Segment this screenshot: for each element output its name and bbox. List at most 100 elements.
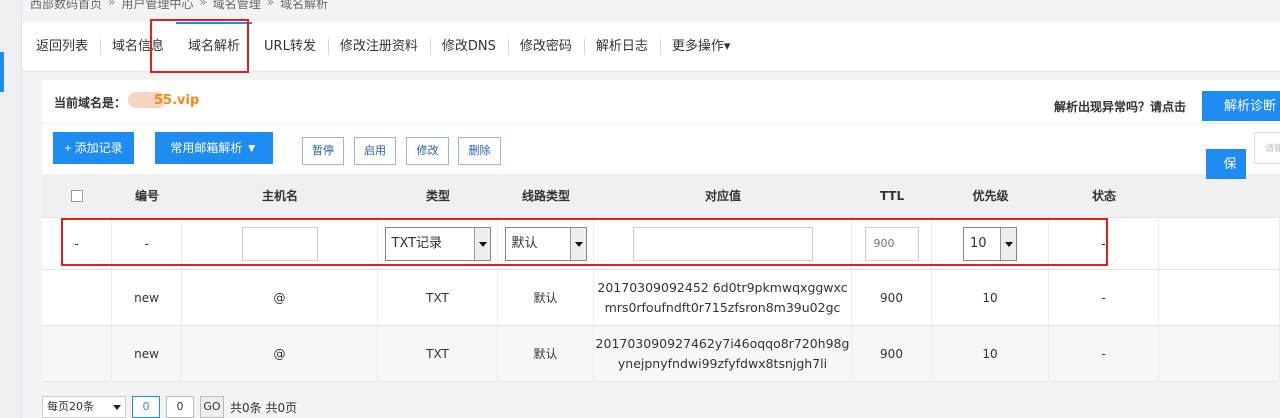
type-select[interactable]: TXT记录 [384,226,491,261]
dropdown-arrow-icon [473,227,490,260]
breadcrumb-separator: » [199,0,207,9]
header-priority: 优先级 [972,189,1009,203]
records-table: 编号 主机名 类型 线路类型 对应值 TTL 优先级 状态 - - TXT记录 … [42,174,1280,382]
domain-label: 当前域名是： [54,96,127,110]
pause-button[interactable]: 暂停 [302,137,344,165]
dropdown-arrow-icon [1000,227,1016,260]
add-record-button[interactable]: + 添加记录 [53,132,134,164]
go-button[interactable]: GO [200,396,224,418]
tab-back-to-list[interactable]: 返回列表 [24,22,100,72]
host-cell [182,218,378,269]
line-select-value: 默认 [511,235,538,251]
row-actions [1159,270,1280,325]
pagination-summary: 共0条 共0页 [230,400,298,415]
header-type: 类型 [425,189,450,203]
breadcrumb-home[interactable]: 西部数码首页 [30,0,102,11]
row-status: - [1049,326,1159,381]
row-status: - [1049,270,1159,325]
row-ttl: 900 [852,270,932,325]
table-header: 编号 主机名 类型 线路类型 对应值 TTL 优先级 状态 [42,174,1280,218]
line-cell: 默认 [498,218,594,269]
row-priority: 10 [932,270,1049,325]
priority-cell: 10 [932,218,1049,269]
table-row[interactable]: new @ TXT 默认 201703090927462y7i46oqqo8r7… [42,326,1280,382]
edit-col0: - [42,218,112,269]
type-select-value: TXT记录 [391,235,443,251]
value-cell [594,218,852,269]
header-ttl: TTL [879,188,905,203]
tab-resolution-log[interactable]: 解析日志 [583,22,660,72]
header-value: 对应值 [704,189,741,203]
breadcrumb: 西部数码首页 » 用户管理中心 » 域名管理 » 域名解析 [30,0,328,11]
tab-bar: 返回列表 域名信息 域名解析 URL转发 修改注册资料 修改DNS 修改密码 解… [22,21,1280,72]
row-ttl: 900 [852,326,932,381]
row-priority: 10 [932,326,1049,381]
header-host: 主机名 [261,189,298,203]
save-record-button[interactable]: 保 [1206,149,1246,179]
select-all-checkbox[interactable] [71,189,83,202]
line-select[interactable]: 默认 [504,226,587,261]
select-all-cell [42,174,112,217]
tab-url-forward[interactable]: URL转发 [252,22,328,72]
page-size-value: 每页20条 [47,400,94,413]
row-id: new [112,326,182,381]
tab-more-actions[interactable]: 更多操作▾ [659,22,743,72]
diagnose-button[interactable]: 解析诊断 [1202,91,1280,121]
row-actions [1159,326,1280,381]
search-input[interactable]: 请输 [1254,132,1280,164]
edit-actions-cell [1159,218,1280,269]
row-value-line2: mrs0rfoufndft0r715zfsron8m39u02gc [604,299,841,315]
row-select-cell [42,326,112,381]
record-toolbar: + 添加记录 常用邮箱解析 ▼ 暂停 启用 修改 删除 请输 [42,132,1280,172]
row-select-cell [42,270,112,325]
type-cell: TXT记录 [378,218,498,269]
row-line: 默认 [498,270,594,325]
row-host: @ [182,270,378,325]
ttl-cell: 900 [852,218,932,269]
header-actions [1159,174,1280,217]
table-row[interactable]: new @ TXT 默认 20170309092452 6d0tr9pkmwqx… [42,270,1280,326]
row-value: 20170309092452 6d0tr9pkmwqxggwxc mrs0rfou… [594,270,852,325]
tab-domain-info[interactable]: 域名信息 [100,22,176,72]
priority-select-value: 10 [970,235,987,251]
priority-select[interactable]: 10 [963,226,1017,261]
page-size-select[interactable]: 每页20条 [42,396,126,418]
mail-resolution-button[interactable]: 常用邮箱解析 ▼ [155,132,273,164]
domain-bar: 当前域名是： 55.vip 解析出现异常吗？请点击 解析诊断 [42,80,1280,124]
row-id: new [112,270,182,325]
edit-status: - [1049,218,1159,269]
left-sidebar-strip [0,0,22,418]
value-input[interactable] [632,226,813,261]
breadcrumb-separator: » [266,0,275,9]
diagnose-prompt: 解析出现异常吗？请点击 [1054,100,1187,114]
tab-edit-dns[interactable]: 修改DNS [429,22,508,72]
current-page[interactable]: 0 [132,396,160,418]
row-value-line1: 201703090927462y7i46oqqo8r720h98g [595,335,850,351]
host-input[interactable] [241,226,318,261]
page-jump-input[interactable]: 0 [166,396,194,418]
sidebar-active-marker [0,52,4,92]
tab-dns-resolution[interactable]: 域名解析 [176,21,253,72]
row-value: 201703090927462y7i46oqqo8r720h98g ynejpny… [594,326,852,381]
row-type: TXT [378,270,498,325]
row-line: 默认 [498,326,594,381]
header-id: 编号 [134,189,159,203]
breadcrumb-domain-manage[interactable]: 域名管理 [213,0,261,11]
caret-down-icon: ▼ [245,141,258,155]
delete-button[interactable]: 删除 [458,137,501,165]
domain-value: 55.vip [154,93,200,108]
header-status: 状态 [1091,189,1116,203]
domain-dns-page: 西部数码首页 » 用户管理中心 » 域名管理 » 域名解析 返回列表 域名信息 域名解… [0,0,1280,418]
enable-button[interactable]: 启用 [354,137,396,165]
row-type: TXT [378,326,498,381]
row-value-line1: 20170309092452 6d0tr9pkmwqxggwxc [597,279,848,295]
tab-edit-registration[interactable]: 修改注册资料 [327,22,430,72]
caret-down-icon [113,405,121,410]
pagination: 每页20条 0 0 GO 共0条 共0页 [42,396,297,418]
tab-edit-password[interactable]: 修改密码 [507,22,584,72]
breadcrumb-current: 域名解析 [280,0,329,11]
breadcrumb-separator: » [108,0,116,9]
edit-button[interactable]: 修改 [406,137,449,165]
ttl-input[interactable]: 900 [864,226,919,261]
breadcrumb-user-center[interactable]: 用户管理中心 [121,0,193,11]
